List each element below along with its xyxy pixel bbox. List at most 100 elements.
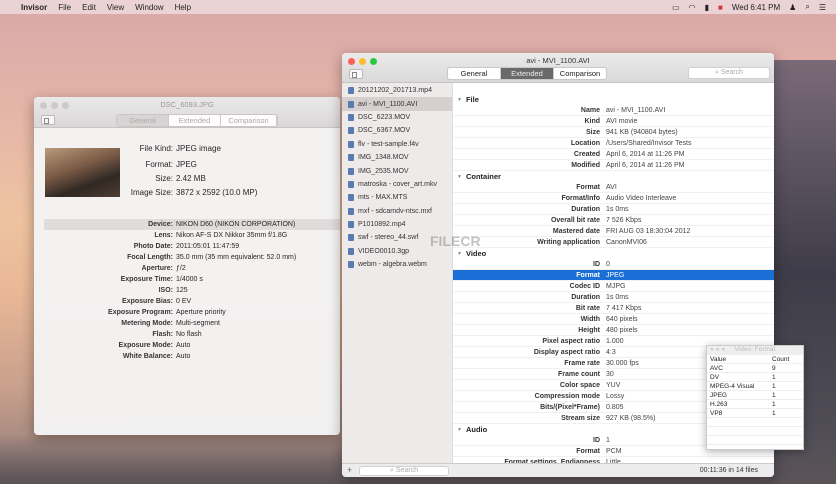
property-row[interactable]: Bit rate 7 417 Kbps [453,303,774,314]
property-row[interactable]: Modified April 6, 2014 at 11:26 PM [453,160,774,171]
property-value: 1.000 [606,337,624,345]
section-header[interactable]: Video [453,248,774,259]
user-icon[interactable]: ♟ [789,3,796,12]
property-row[interactable]: Location/Users/Shared/Invisor Tests [453,138,774,149]
file-list-item[interactable]: mxf - sdcamdv-ntsc.mxf [342,205,452,218]
property-row[interactable]: Duration 1s 0ms [453,204,774,215]
file-list-item[interactable]: webm - algebra.webm [342,258,452,271]
tab-comparison[interactable]: Comparison [221,115,277,126]
file-list-item[interactable]: DSC_6367.MOV [342,124,452,137]
section-header[interactable]: File [453,94,774,105]
property-value: CanonMVI06 [606,238,647,246]
flag-icon[interactable]: ■ [718,3,723,12]
tab-comparison[interactable]: Comparison [554,68,606,79]
property-row[interactable]: Duration 1s 0ms [453,292,774,303]
property-row[interactable]: Size 941 KB (940804 bytes) [453,127,774,138]
property-row[interactable]: Height 480 pixels [453,325,774,336]
file-name: avi - MVI_1100.AVI [358,100,418,108]
property-row[interactable]: Format JPEG [453,270,774,281]
file-list-item[interactable]: avi - MVI_1100.AVI [342,97,452,111]
property-value: 480 pixels [606,326,638,334]
menu-app[interactable]: Invisor [21,3,47,12]
panel-close-button[interactable]: ● ● ● [710,346,725,353]
add-button[interactable]: + [347,465,352,475]
property-value: YUV [606,381,621,389]
column-count[interactable]: Count [772,356,789,363]
property-value: April 6, 2014 at 11:26 PM [606,150,685,158]
file-list-item[interactable]: 20121202_201713.mp4 [342,84,452,97]
property-row[interactable]: Format/Info Audio Video Interleave [453,193,774,204]
panel-row[interactable]: VP8 1 [707,409,803,418]
file-list-item[interactable]: IMG_2535.MOV [342,164,452,177]
menu-file[interactable]: File [58,3,71,12]
property-label: Display aspect ratio [533,348,600,356]
property-row[interactable]: Overall bit rate 7 526 Kbps [453,215,774,226]
property-label: Modified [571,161,600,169]
property-row[interactable]: Writing application CanonMVI06 [453,237,774,248]
panel-row[interactable]: AVC 9 [707,364,803,373]
panel-row[interactable]: DV 1 [707,373,803,382]
wifi-icon[interactable]: ◠ [689,3,696,12]
tab-extended[interactable]: Extended [169,115,221,126]
file-list-item[interactable]: DSC_6223.MOV [342,111,452,124]
sidebar-search-input[interactable]: ⌕ Search [359,466,449,476]
menu-help[interactable]: Help [175,3,191,12]
property-row[interactable]: Created April 6, 2014 at 11:26 PM [453,149,774,160]
property-row[interactable]: Width 640 pixels [453,314,774,325]
window-title: avi - MVI_1100.AVI [526,56,590,65]
property-row[interactable]: Format AVI [453,182,774,193]
panel-row[interactable]: H.263 1 [707,400,803,409]
property-label: Bits/(Pixel*Frame) [540,403,600,411]
file-list-item[interactable]: P1010892.mp4 [342,218,452,231]
file-name: matroska - cover_art.mkv [358,180,437,188]
tab-bar: General Extended Comparison [447,67,607,80]
panel-row[interactable]: JPEG 1 [707,391,803,400]
menu-edit[interactable]: Edit [82,3,96,12]
property-row[interactable]: Codec ID MJPG [453,281,774,292]
file-list-item[interactable]: IMG_1348.MOV [342,151,452,164]
panel-header: Value Count [707,355,803,364]
property-label: Bit rate [575,304,600,312]
menu-window[interactable]: Window [135,3,163,12]
panel-count: 1 [772,391,776,399]
file-name: 20121202_201713.mp4 [358,87,432,95]
tab-general[interactable]: General [117,115,169,126]
property-row[interactable]: Mastered date FRI AUG 03 18:30:04 2012 [453,226,774,237]
watermark: FILECR [430,233,481,249]
battery-icon[interactable]: ▮ [705,3,709,12]
property-value: avi - MVI_1100.AVI [606,106,666,114]
exif-value: 1/4000 s [176,276,203,283]
airplay-icon[interactable]: ▭ [672,3,680,12]
notification-icon[interactable]: ☰ [819,3,826,12]
property-row[interactable]: Name avi - MVI_1100.AVI [453,105,774,116]
sidebar-toggle[interactable] [349,69,363,79]
clock[interactable]: Wed 6:41 PM [732,3,780,12]
panel-value: VP8 [710,409,723,417]
file-list-item[interactable]: flv - test-sample.f4v [342,138,452,151]
file-name: flv - test-sample.f4v [358,140,419,148]
exif-row: Flash: No flash [44,329,340,340]
property-label: Location [570,139,600,147]
property-value: 941 KB (940804 bytes) [606,128,678,136]
property-value: Audio Video Interleave [606,194,677,202]
section-header[interactable]: Container [453,171,774,182]
exif-value: 35.0 mm (35 mm equivalent: 52.0 mm) [176,254,297,261]
file-sidebar: 20121202_201713.mp4avi - MVI_1100.AVI DSC… [342,83,453,463]
title-bar: DSC_6093.JPG General Extended Comparison [34,97,340,128]
tab-extended[interactable]: Extended [501,68,554,79]
property-label: Name [580,106,600,114]
menu-view[interactable]: View [107,3,124,12]
file-list-item[interactable]: matroska - cover_art.mkv [342,178,452,191]
property-row[interactable]: ID 0 [453,259,774,270]
file-name: IMG_1348.MOV [358,154,409,162]
tab-general[interactable]: General [448,68,501,79]
column-value[interactable]: Value [710,356,772,363]
sidebar-toggle[interactable] [41,115,55,125]
spotlight-icon[interactable]: ⌕ [805,2,809,12]
panel-row[interactable]: MPEG-4 Visual 1 [707,382,803,391]
file-list-item[interactable]: mts - MAX.MTS [342,191,452,204]
search-input[interactable]: ⌕ Search [688,67,770,79]
property-row[interactable]: Kind AVI movie [453,116,774,127]
file-name: DSC_6367.MOV [358,127,411,135]
property-value: 7 526 Kbps [606,216,642,224]
